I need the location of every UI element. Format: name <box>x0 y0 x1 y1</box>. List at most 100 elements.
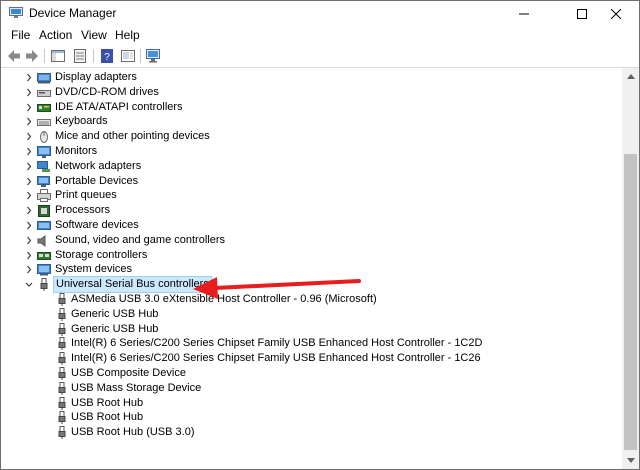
device-manager-window: Device Manager File Action View Help ? D… <box>0 0 640 470</box>
chevron-right-icon[interactable] <box>24 203 34 218</box>
tree-category-row[interactable]: DVD/CD-ROM drives <box>1 85 621 100</box>
toolbar-separator <box>140 49 141 63</box>
tree-category-row[interactable]: Display adapters <box>1 70 621 85</box>
toolbar: ? <box>1 45 639 68</box>
forward-icon[interactable] <box>23 47 41 65</box>
tree-device-row[interactable]: Intel(R) 6 Series/C200 Series Chipset Fa… <box>1 351 621 366</box>
tree-category-label: Network adapters <box>55 159 142 172</box>
scroll-down-button[interactable] <box>622 452 639 469</box>
tree-category-row[interactable]: Network adapters <box>1 159 621 174</box>
tree-device-row[interactable]: USB Root Hub <box>1 396 621 411</box>
chevron-right-icon[interactable] <box>24 129 34 144</box>
chevron-right-icon[interactable] <box>24 188 34 203</box>
tree-device-row[interactable]: USB Composite Device <box>1 366 621 381</box>
chevron-right-icon[interactable] <box>24 248 34 263</box>
tree-device-label: Intel(R) 6 Series/C200 Series Chipset Fa… <box>71 352 481 365</box>
tree-category-row[interactable]: Sound, video and game controllers <box>1 233 621 248</box>
back-icon[interactable] <box>5 47 23 65</box>
tree-category-label: IDE ATA/ATAPI controllers <box>55 100 183 113</box>
menu-help[interactable]: Help <box>113 28 142 42</box>
usb-icon <box>58 307 66 321</box>
tree-category-label: Sound, video and game controllers <box>55 233 225 246</box>
toolbar-separator <box>93 49 94 63</box>
printer-icon <box>37 189 51 203</box>
usb-icon <box>58 337 66 351</box>
tree-category-label: Display adapters <box>55 71 137 83</box>
portable-device-icon <box>37 175 50 187</box>
svg-text:?: ? <box>104 52 110 63</box>
maximize-icon <box>577 9 587 19</box>
vertical-scrollbar[interactable] <box>622 68 639 469</box>
display-adapter-icon <box>37 73 51 84</box>
menu-file[interactable]: File <box>9 28 32 42</box>
ide-controller-icon <box>37 103 51 112</box>
usb-icon <box>40 278 48 292</box>
tree-category-row[interactable]: Keyboards <box>1 114 621 129</box>
tree-category-label: System devices <box>55 263 133 276</box>
window-title: Device Manager <box>29 6 117 20</box>
chevron-down-icon[interactable] <box>24 277 34 292</box>
chevron-right-icon[interactable] <box>24 100 34 115</box>
chevron-right-icon[interactable] <box>24 174 34 189</box>
tree-category-row[interactable]: Storage controllers <box>1 248 621 263</box>
tree-category-row[interactable]: Processors <box>1 203 621 218</box>
toolbar-separator <box>44 49 45 63</box>
tree-device-label: USB Root Hub <box>71 411 144 424</box>
tree-category-row[interactable]: Print queues <box>1 188 621 203</box>
help-icon[interactable]: ? <box>98 47 116 65</box>
chevron-right-icon[interactable] <box>24 159 34 174</box>
scan-hardware-icon[interactable] <box>144 47 162 65</box>
scrollbar-thumb[interactable] <box>624 154 637 450</box>
tree-device-row[interactable]: Generic USB Hub <box>1 307 621 322</box>
menu-bar: File Action View Help <box>1 27 639 45</box>
tree-category-row[interactable]: Monitors <box>1 144 621 159</box>
chevron-right-icon[interactable] <box>24 233 34 248</box>
software-device-icon <box>37 221 51 230</box>
device-manager-app-icon <box>9 7 23 18</box>
tree-category-label-selected: Universal Serial Bus controllers <box>53 276 212 294</box>
tree-device-label: USB Composite Device <box>71 367 186 379</box>
close-button[interactable] <box>593 1 639 27</box>
tree-category-label: Portable Devices <box>55 174 139 187</box>
tree-category-label: Keyboards <box>55 115 108 128</box>
tree-device-row[interactable]: Intel(R) 6 Series/C200 Series Chipset Fa… <box>1 336 621 351</box>
usb-icon <box>58 293 66 306</box>
tree-device-row[interactable]: USB Root Hub (USB 3.0) <box>1 425 621 440</box>
chevron-right-icon[interactable] <box>24 262 34 277</box>
chevron-right-icon[interactable] <box>24 218 34 233</box>
minimize-button[interactable] <box>501 1 547 27</box>
menu-action[interactable]: Action <box>37 28 74 42</box>
chevron-right-icon[interactable] <box>24 70 34 85</box>
tree-category-row[interactable]: Software devices <box>1 218 621 233</box>
properties-icon[interactable] <box>71 47 89 65</box>
tree-category-label: Mice and other pointing devices <box>55 130 210 143</box>
usb-icon <box>58 352 66 366</box>
chevron-right-icon[interactable] <box>24 85 34 100</box>
storage-controller-icon <box>37 251 51 260</box>
close-icon <box>611 9 621 19</box>
title-bar: Device Manager <box>1 1 639 27</box>
monitor-icon <box>37 146 51 158</box>
tree-device-label: Generic USB Hub <box>71 322 159 335</box>
tree-device-row[interactable]: USB Root Hub <box>1 410 621 425</box>
chevron-right-icon[interactable] <box>24 114 34 129</box>
usb-icon <box>58 411 66 425</box>
mouse-icon <box>40 131 48 144</box>
tree-category-label: Processors <box>55 204 111 217</box>
menu-view[interactable]: View <box>79 28 109 42</box>
tree-category-row[interactable]: Portable Devices <box>1 174 621 189</box>
tree-category-label: DVD/CD-ROM drives <box>55 85 159 98</box>
scroll-down-icon <box>626 458 635 463</box>
chevron-right-icon[interactable] <box>24 144 34 159</box>
network-adapter-icon <box>37 160 50 172</box>
usb-icon <box>58 322 66 336</box>
tree-device-row[interactable]: Generic USB Hub <box>1 322 621 337</box>
show-hide-tree-icon[interactable] <box>49 47 67 65</box>
update-driver-icon[interactable] <box>119 47 137 65</box>
tree-category-row[interactable]: IDE ATA/ATAPI controllers <box>1 100 621 115</box>
processor-icon <box>38 205 50 218</box>
tree-device-row[interactable]: USB Mass Storage Device <box>1 381 621 396</box>
tree-category-row[interactable]: Mice and other pointing devices <box>1 129 621 144</box>
tree-category-label: Storage controllers <box>55 248 148 261</box>
scroll-up-button[interactable] <box>622 68 639 85</box>
